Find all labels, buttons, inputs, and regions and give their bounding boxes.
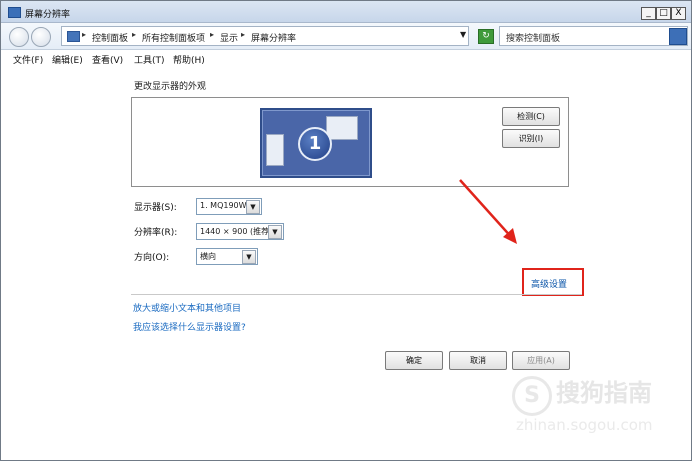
- control-panel-icon: [67, 31, 80, 42]
- chevron-down-icon[interactable]: ▼: [268, 225, 282, 239]
- back-button[interactable]: [9, 27, 29, 47]
- resolution-select-value: 1440 × 900 (推荐): [200, 227, 273, 236]
- navigation-bar: ▸ 控制面板 ▸ 所有控制面板项 ▸ 显示 ▸ 屏幕分辨率 ▼ ↻ 搜索控制面板: [1, 23, 691, 50]
- orientation-label: 方向(O):: [134, 253, 170, 263]
- forward-button[interactable]: [31, 27, 51, 47]
- menu-help[interactable]: 帮助(H): [173, 53, 205, 66]
- enlarge-text-link[interactable]: 放大或缩小文本和其他项目: [133, 301, 241, 314]
- resolution-label: 分辨率(R):: [134, 228, 178, 238]
- close-button[interactable]: X: [671, 7, 686, 20]
- display-preview: 1 检测(C) 识别(I): [131, 97, 569, 187]
- window-thumbnail-icon: [266, 134, 284, 166]
- display-app-icon: [8, 7, 21, 18]
- cancel-button[interactable]: 取消: [449, 351, 507, 370]
- advanced-settings-link[interactable]: 高级设置: [531, 277, 567, 290]
- menu-view[interactable]: 查看(V): [92, 53, 123, 66]
- breadcrumb-control-panel[interactable]: 控制面板: [92, 31, 128, 44]
- address-bar[interactable]: ▸ 控制面板 ▸ 所有控制面板项 ▸ 显示 ▸ 屏幕分辨率: [61, 26, 469, 46]
- breadcrumb-separator-icon[interactable]: ▸: [210, 30, 214, 39]
- watermark-url: zhinan.sogou.com: [516, 416, 653, 434]
- orientation-select-value: 横向: [200, 252, 216, 261]
- maximize-button[interactable]: □: [656, 7, 671, 20]
- refresh-button[interactable]: ↻: [478, 29, 494, 44]
- search-placeholder: 搜索控制面板: [506, 34, 561, 44]
- menu-file[interactable]: 文件(F): [13, 53, 43, 66]
- window-thumbnail-icon: [326, 116, 358, 140]
- breadcrumb-separator-icon[interactable]: ▸: [132, 30, 136, 39]
- search-icon[interactable]: [669, 28, 687, 45]
- title-bar: 屏幕分辨率 _ □ X: [1, 1, 691, 23]
- menu-bar: 文件(F) 编辑(E) 查看(V) 工具(T) 帮助(H): [1, 50, 691, 66]
- page-heading: 更改显示器的外观: [134, 82, 207, 92]
- apply-button[interactable]: 应用(A): [512, 351, 570, 370]
- resolution-select[interactable]: 1440 × 900 (推荐) ▼: [196, 223, 284, 240]
- orientation-select[interactable]: 横向 ▼: [196, 248, 258, 265]
- monitor-number-badge: 1: [298, 127, 332, 161]
- identify-button[interactable]: 识别(I): [502, 129, 560, 148]
- display-label: 显示器(S):: [134, 203, 177, 213]
- display-select[interactable]: 1. MQ190W ▼: [196, 198, 262, 215]
- window-title: 屏幕分辨率: [25, 10, 71, 20]
- menu-tools[interactable]: 工具(T): [134, 53, 165, 66]
- chevron-down-icon[interactable]: ▼: [246, 200, 260, 214]
- breadcrumb-display[interactable]: 显示: [220, 31, 238, 44]
- annotation-arrow-icon: [459, 179, 517, 244]
- sogou-logo-icon: S: [512, 376, 552, 416]
- display-help-link[interactable]: 我应该选择什么显示器设置?: [133, 320, 246, 333]
- breadcrumb-all-items[interactable]: 所有控制面板项: [142, 31, 205, 44]
- menu-edit[interactable]: 编辑(E): [52, 53, 83, 66]
- monitor-tile[interactable]: 1: [260, 108, 372, 178]
- breadcrumb-screen-resolution[interactable]: 屏幕分辨率: [251, 31, 296, 44]
- detect-button[interactable]: 检测(C): [502, 107, 560, 126]
- breadcrumb-separator-icon[interactable]: ▸: [241, 30, 245, 39]
- display-select-value: 1. MQ190W: [200, 201, 247, 210]
- ok-button[interactable]: 确定: [385, 351, 443, 370]
- watermark-text: 搜狗指南: [556, 379, 652, 407]
- search-input[interactable]: 搜索控制面板: [499, 26, 688, 46]
- divider: [131, 294, 582, 295]
- breadcrumb-separator-icon[interactable]: ▸: [82, 30, 86, 39]
- address-dropdown-icon[interactable]: ▼: [460, 30, 466, 39]
- chevron-down-icon[interactable]: ▼: [242, 250, 256, 264]
- minimize-button[interactable]: _: [641, 7, 656, 20]
